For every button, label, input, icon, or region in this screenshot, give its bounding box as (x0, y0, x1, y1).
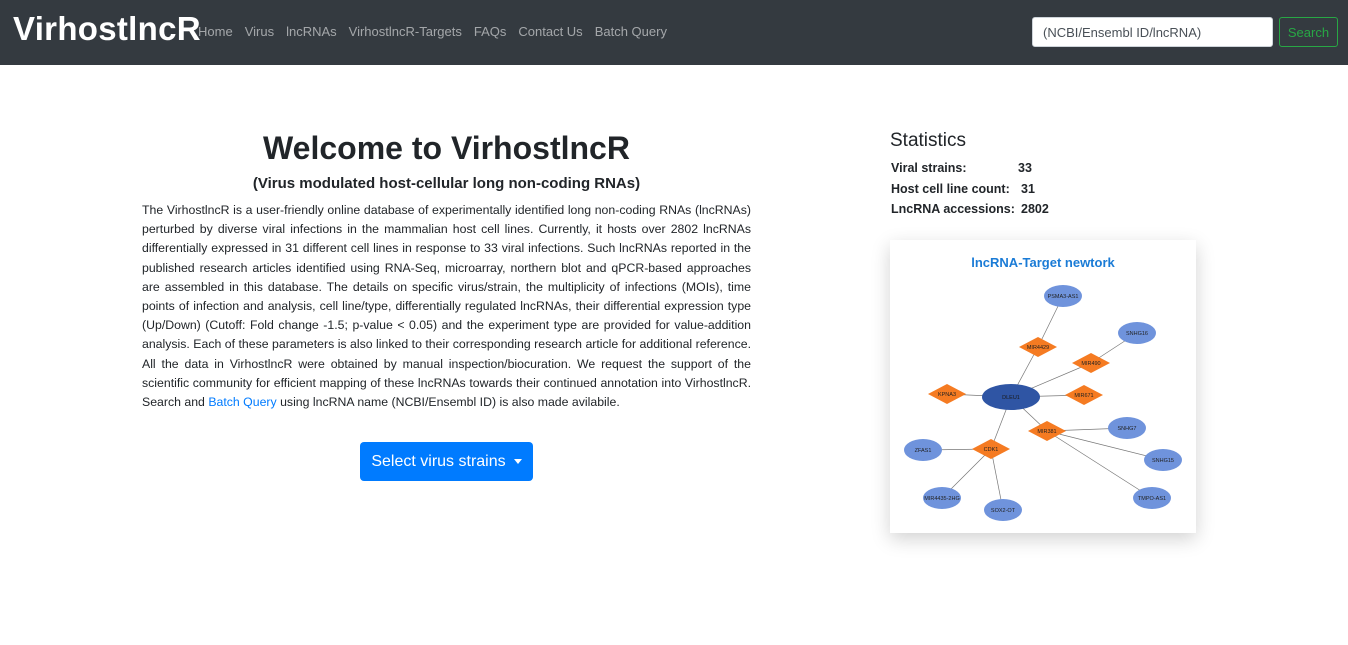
intro-text-start: The VirhostlncR is a user-friendly onlin… (142, 203, 751, 410)
search-input[interactable] (1032, 17, 1273, 47)
network-node: SNHG7 (1108, 417, 1146, 439)
network-node-label: SNHG15 (1152, 458, 1174, 464)
network-edge (1046, 430, 1153, 499)
nav-contact-us[interactable]: Contact Us (512, 23, 588, 41)
nav-virus[interactable]: Virus (239, 23, 280, 41)
stat-label: Host cell line count: (891, 182, 1010, 196)
stat-value: 2802 (1021, 202, 1049, 216)
stat-label: Viral strains: (891, 161, 967, 175)
stat-value: 33 (1018, 161, 1032, 175)
network-node: PSMA3-AS1 (1044, 285, 1082, 307)
nav-home[interactable]: Home (192, 23, 239, 41)
network-node: SNHG15 (1144, 449, 1182, 471)
network-node-label: SOX2-OT (991, 508, 1016, 514)
network-node: DLEU1 (982, 384, 1040, 410)
network-node: MIR490 (1072, 353, 1110, 373)
network-node-label: DLEU1 (1002, 395, 1020, 401)
network-node: MIR4435-2HG (923, 487, 961, 509)
network-node-label: PSMA3-AS1 (1048, 294, 1079, 300)
network-node-label: MIR381 (1037, 429, 1056, 435)
search-button[interactable]: Search (1279, 17, 1338, 47)
page-subtitle: (Virus modulated host-cellular long non-… (252, 175, 641, 192)
network-node: MIR671 (1065, 385, 1103, 405)
network-node-label: ZFAS1 (915, 448, 932, 454)
network-node-label: MIR4429 (1027, 345, 1049, 351)
batch-query-link[interactable]: Batch Query (208, 395, 276, 409)
stat-label: LncRNA accessions: (891, 202, 1015, 216)
select-virus-strains-label: Select virus strains (371, 452, 506, 470)
nav-virhostlncr-targets[interactable]: VirhostlncR-Targets (343, 23, 468, 41)
network-node: TMPO-AS1 (1133, 487, 1171, 509)
intro-text-end: using lncRNA name (NCBI/Ensembl ID) is a… (276, 395, 620, 410)
network-node-label: CDK1 (984, 447, 999, 453)
network-card: DLEU1 PSMA3-AS1 SNHG16 SNHG7 SNHG15 TMPO-AS1 Z… (890, 240, 1196, 533)
statistics-title: Statistics (890, 130, 967, 151)
stat-value: 31 (1021, 182, 1035, 196)
network-node-label: MIR4435-2HG (924, 496, 959, 502)
network-node-label: SNHG7 (1118, 426, 1137, 432)
navbar: VirhostlncR Home Virus lncRNAs Virhostln… (0, 0, 1348, 65)
nav-links: Home Virus lncRNAs VirhostlncR-Targets F… (192, 23, 673, 41)
network-node: CDK1 (972, 439, 1010, 459)
network-node-label: KPNA3 (938, 392, 956, 398)
network-node: MIR381 (1028, 421, 1066, 441)
caret-down-icon (513, 459, 522, 464)
page-title: Welcome to VirhostlncR (263, 130, 630, 166)
network-node: SOX2-OT (984, 499, 1022, 521)
network-node: KPNA3 (928, 384, 966, 404)
nav-lncrnas[interactable]: lncRNAs (280, 23, 343, 41)
network-graph: DLEU1 PSMA3-AS1 SNHG16 SNHG7 SNHG15 TMPO-AS1 Z… (904, 285, 1182, 521)
brand-logo[interactable]: VirhostlncR (13, 10, 201, 48)
stat-host-cell-lines: Host cell line count: 31 (891, 182, 1035, 196)
network-title: lncRNA-Target newtork (971, 255, 1115, 270)
nav-faqs[interactable]: FAQs (468, 23, 513, 41)
intro-paragraph: The VirhostlncR is a user-friendly onlin… (142, 201, 751, 412)
network-node-label: SNHG16 (1126, 331, 1148, 337)
select-virus-strains-dropdown[interactable]: Select virus strains (360, 442, 533, 481)
stat-lncrna-accessions: LncRNA accessions: 2802 (891, 202, 1049, 216)
network-node-label: TMPO-AS1 (1138, 496, 1166, 502)
nav-batch-query[interactable]: Batch Query (589, 23, 673, 41)
network-node: MIR4429 (1019, 337, 1057, 357)
network-node-label: MIR671 (1074, 393, 1093, 399)
stat-viral-strains: Viral strains: 33 (891, 161, 1032, 175)
network-node-label: MIR490 (1081, 361, 1100, 367)
network-node: ZFAS1 (904, 439, 942, 461)
network-node: SNHG16 (1118, 322, 1156, 344)
